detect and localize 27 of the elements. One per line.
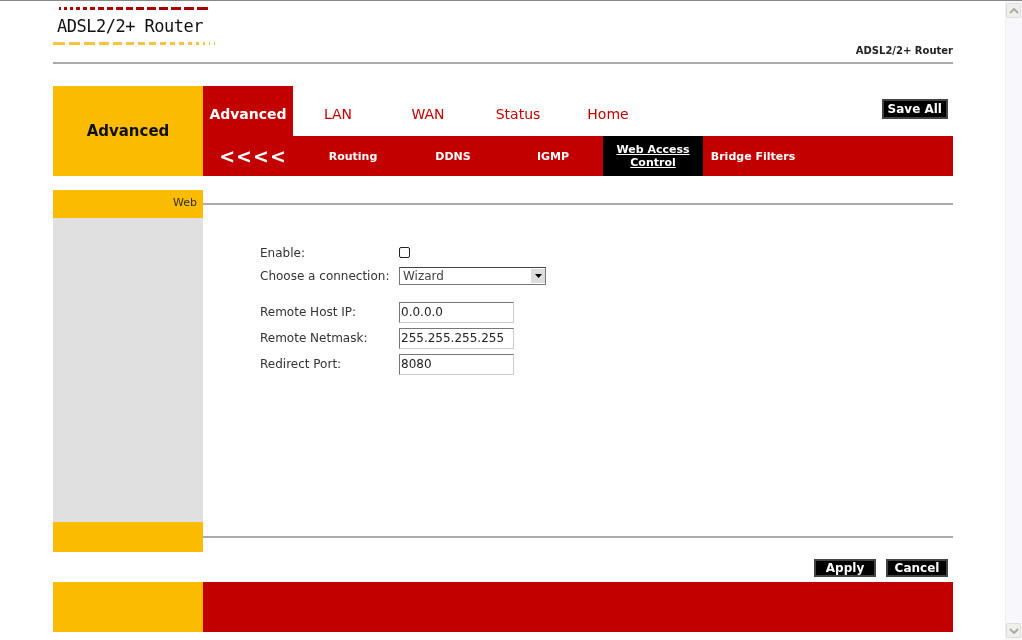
section-title: Advanced <box>53 86 203 176</box>
subnav-tab[interactable]: Routing <box>303 136 403 176</box>
form-button[interactable]: Apply <box>814 559 876 577</box>
text-input[interactable]: 8080 <box>399 353 514 375</box>
nav-tab[interactable]: LAN <box>293 86 383 136</box>
subnav-tab[interactable]: IGMP <box>503 136 603 176</box>
connection-dropdown[interactable]: Wizard <box>399 266 546 285</box>
nav-tab[interactable]: WAN <box>383 86 473 136</box>
nav-tab[interactable]: Advanced <box>203 86 293 136</box>
field-label: Remote Host IP: <box>260 305 358 319</box>
subnav-tab[interactable]: Web Access Control <box>603 136 703 176</box>
back-link[interactable]: <<<< <box>203 145 303 167</box>
field-label: Enable: <box>260 245 306 260</box>
form-button[interactable]: Cancel <box>886 559 948 577</box>
text-input[interactable]: 255.255.255.255 <box>399 327 514 349</box>
save-all-button[interactable]: Save All <box>881 99 948 119</box>
field-label: Redirect Port: <box>260 357 343 371</box>
subnav-tab[interactable]: DDNS <box>403 136 503 176</box>
sidebar-title: Web <box>53 190 203 218</box>
nav-tab[interactable]: Home <box>563 86 653 136</box>
field-label: Choose a connection: <box>260 268 391 283</box>
text-input[interactable]: 0.0.0.0 <box>399 301 514 323</box>
subnav-tab[interactable]: Bridge Filters <box>703 136 803 176</box>
logo-text: ADSL2/2+ Router <box>56 16 205 36</box>
nav-tab[interactable]: Status <box>473 86 563 136</box>
product-name: ADSL2/2+ Router <box>855 45 953 58</box>
field-label: Remote Netmask: <box>260 331 369 345</box>
